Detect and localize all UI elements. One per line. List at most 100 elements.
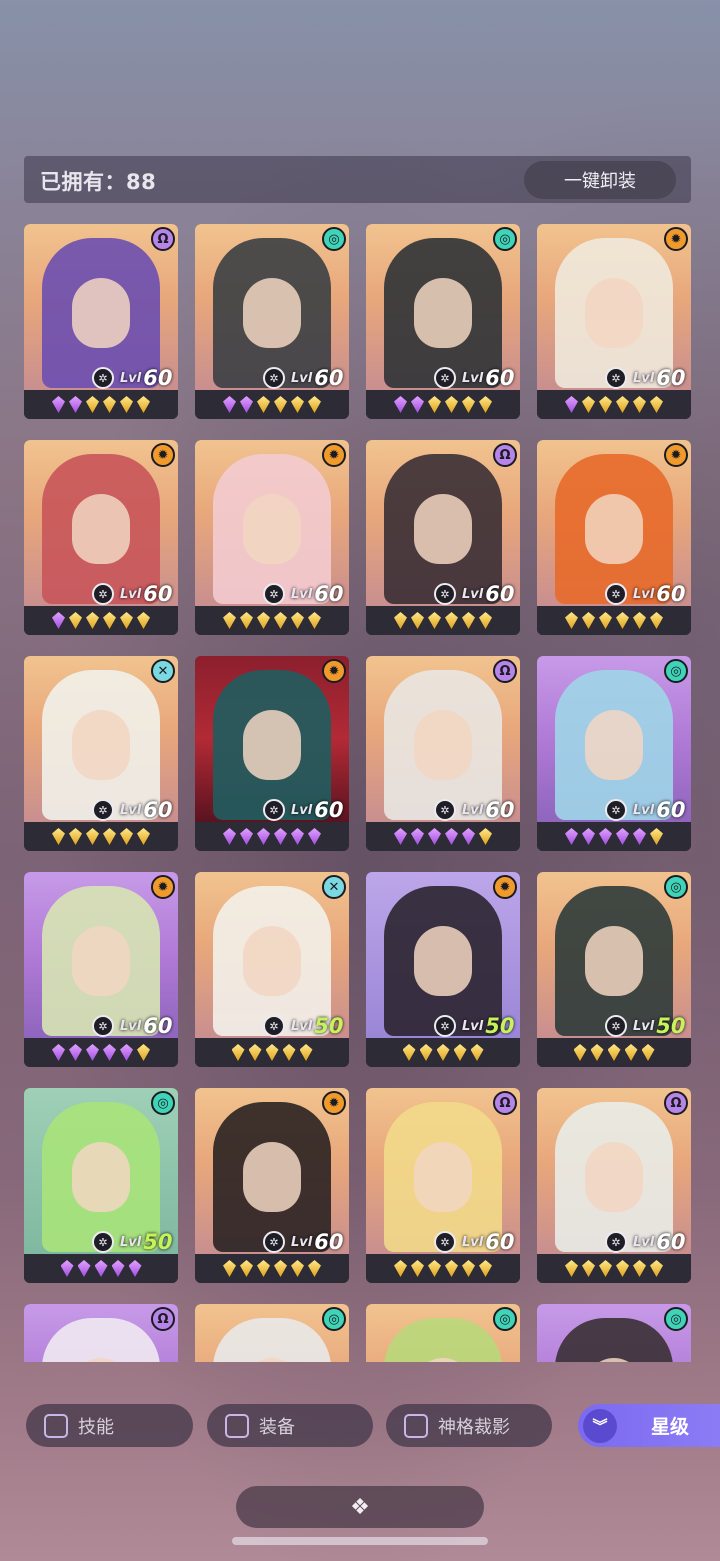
gold-gem-icon [641, 1044, 655, 1061]
gold-gem-icon [69, 828, 82, 845]
filter-skill-label: 技能 [78, 1416, 114, 1438]
hero-card[interactable]: Ω ✲ Lvl 60 [366, 1088, 520, 1283]
level-value: 60 [485, 798, 515, 822]
hero-card[interactable]: ◎ [195, 1304, 349, 1362]
star-gems [195, 1254, 349, 1283]
hero-card[interactable]: ◎ ✲ Lvl 60 [537, 656, 691, 851]
filter-skill[interactable]: 技能 [26, 1404, 193, 1447]
purple-gem-icon [240, 828, 253, 845]
aperture-icon: ✲ [434, 583, 456, 605]
level-row: ✲ Lvl 50 [434, 1014, 514, 1038]
unequip-all-button[interactable]: 一键卸装 [524, 161, 676, 199]
fire-element-icon: ✹ [151, 443, 175, 467]
gold-gem-icon [445, 612, 458, 629]
level-value: 60 [485, 582, 515, 606]
hero-card[interactable]: ◎ [537, 1304, 691, 1362]
hero-figure [384, 1318, 502, 1362]
gold-gem-icon [428, 612, 441, 629]
hero-card[interactable]: ◎ [366, 1304, 520, 1362]
hero-card[interactable]: ◎ ✲ Lvl 60 [195, 224, 349, 419]
level-prefix: Lvl [462, 370, 484, 386]
sort-star-button[interactable]: ︾ 星级 [578, 1404, 720, 1447]
hero-card[interactable]: ✹ ✲ Lvl 60 [195, 1088, 349, 1283]
gold-gem-icon [248, 1044, 262, 1061]
hero-face [243, 494, 301, 564]
level-row: ✲ Lvl 60 [92, 1014, 172, 1038]
equipment-checkbox[interactable] [225, 1413, 249, 1438]
level-value: 60 [143, 1014, 173, 1038]
level-value: 50 [314, 1014, 344, 1038]
filter-equipment[interactable]: 装备 [207, 1404, 373, 1447]
hero-face [72, 926, 130, 996]
purple-gem-icon [257, 828, 270, 845]
gold-gem-icon [223, 612, 236, 629]
aperture-icon: ✲ [605, 583, 627, 605]
gold-gem-icon [616, 396, 629, 413]
gold-gem-icon [120, 612, 133, 629]
filter-bar: 技能 装备 神格裁影 ︾ 星级 [26, 1404, 720, 1448]
level-row: ✲ Lvl 60 [434, 798, 514, 822]
skill-checkbox[interactable] [44, 1413, 68, 1438]
level-value: 60 [143, 366, 173, 390]
star-gems [366, 1254, 520, 1283]
hero-card[interactable]: ✕ ✲ Lvl 60 [24, 656, 178, 851]
filter-divine-shadow[interactable]: 神格裁影 [386, 1404, 552, 1447]
purple-gem-icon [52, 612, 65, 629]
purple-gem-icon [428, 828, 441, 845]
hero-card[interactable]: ✹ ✲ Lvl 60 [195, 440, 349, 635]
gold-gem-icon [103, 612, 116, 629]
hero-grid-viewport[interactable]: Ω ✲ Lvl 60 ◎ ✲ Lvl 60 ◎ ✲ Lvl 60 ✹ ✲ Lvl 60 ✹ ✲ Lvl 60 ✹ ✲ Lvl… [24, 224, 692, 1362]
level-value: 50 [143, 1230, 173, 1254]
aperture-icon: ✲ [263, 1015, 285, 1037]
gold-gem-icon [436, 1044, 450, 1061]
level-row: ✲ Lvl 60 [434, 366, 514, 390]
hero-card[interactable]: Ω ✲ Lvl 60 [24, 224, 178, 419]
hero-face [243, 278, 301, 348]
gold-gem-icon [299, 1044, 313, 1061]
star-gems [195, 606, 349, 635]
dark-element-icon: Ω [664, 1091, 688, 1115]
wind-element-icon: ◎ [664, 875, 688, 899]
star-gems [24, 822, 178, 851]
aperture-icon: ✲ [92, 367, 114, 389]
hero-card[interactable]: ◎ ✲ Lvl 60 [366, 224, 520, 419]
hero-card[interactable]: ✕ ✲ Lvl 50 [195, 872, 349, 1067]
level-prefix: Lvl [633, 1018, 655, 1034]
purple-gem-icon [308, 828, 321, 845]
gold-gem-icon [137, 828, 150, 845]
hero-card[interactable]: Ω [24, 1304, 178, 1362]
star-gems [366, 1038, 520, 1067]
hero-card[interactable]: Ω ✲ Lvl 60 [366, 440, 520, 635]
fire-element-icon: ✹ [151, 875, 175, 899]
hero-card[interactable]: ✹ ✲ Lvl 60 [537, 440, 691, 635]
star-gems [537, 822, 691, 851]
hero-card[interactable]: ✹ ✲ Lvl 60 [195, 656, 349, 851]
hero-card[interactable]: ✹ ✲ Lvl 60 [24, 440, 178, 635]
hero-face [414, 1142, 472, 1212]
dark-element-icon: Ω [493, 659, 517, 683]
level-prefix: Lvl [120, 1234, 142, 1250]
hero-card[interactable]: ◎ ✲ Lvl 50 [537, 872, 691, 1067]
level-row: ✲ Lvl 60 [434, 1230, 514, 1254]
gold-gem-icon [137, 1044, 150, 1061]
gold-gem-icon [582, 612, 595, 629]
hero-card[interactable]: ◎ ✲ Lvl 50 [24, 1088, 178, 1283]
hero-card[interactable]: ✹ ✲ Lvl 50 [366, 872, 520, 1067]
hero-card[interactable]: Ω ✲ Lvl 60 [537, 1088, 691, 1283]
hero-card[interactable]: ✹ ✲ Lvl 60 [24, 872, 178, 1067]
hero-card[interactable]: ✹ ✲ Lvl 60 [537, 224, 691, 419]
gold-gem-icon [565, 1260, 578, 1277]
gold-gem-icon [274, 612, 287, 629]
hero-face [585, 494, 643, 564]
divine-shadow-checkbox[interactable] [404, 1413, 428, 1438]
wind-element-icon: ◎ [322, 227, 346, 251]
gold-gem-icon [462, 1260, 475, 1277]
collapse-button[interactable]: ❖ [236, 1486, 484, 1528]
gold-gem-icon [86, 612, 99, 629]
gold-gem-icon [282, 1044, 296, 1061]
gold-gem-icon [470, 1044, 484, 1061]
level-value: 60 [656, 798, 686, 822]
wind-element-icon: ◎ [151, 1091, 175, 1115]
hero-card[interactable]: Ω ✲ Lvl 60 [366, 656, 520, 851]
fire-element-icon: ✹ [493, 875, 517, 899]
